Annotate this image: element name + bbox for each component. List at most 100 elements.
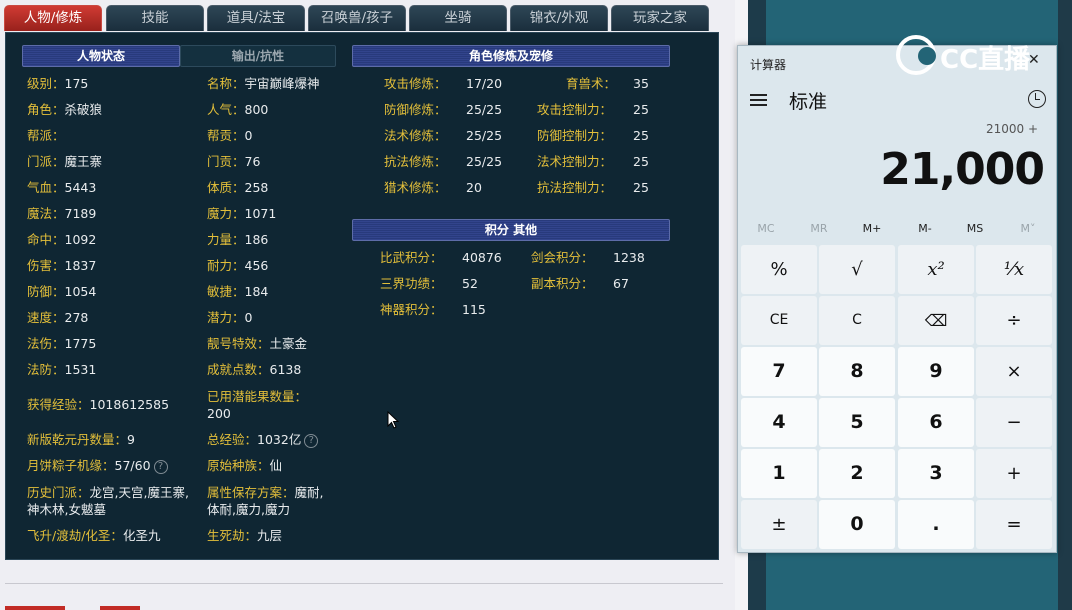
stat-role: 角色：杀破狼 bbox=[27, 102, 103, 117]
stat-potential: 潜力：0 bbox=[207, 310, 253, 325]
digit-4-button[interactable]: 4 bbox=[741, 398, 817, 447]
reciprocal-button[interactable]: ¹⁄x bbox=[976, 245, 1052, 294]
points-dungeon-value: 67 bbox=[613, 276, 629, 291]
calculator-display: 21,000 bbox=[880, 144, 1045, 195]
hamburger-menu-icon[interactable] bbox=[750, 94, 767, 106]
stat-magic-power: 魔力：1071 bbox=[207, 206, 277, 221]
clear-button[interactable]: C bbox=[819, 296, 895, 345]
digit-9-button[interactable]: 9 bbox=[898, 347, 974, 396]
stat-life-death: 生死劫：九层 bbox=[207, 528, 283, 543]
memory-recall-button[interactable]: MR bbox=[797, 222, 841, 235]
help-icon[interactable]: ? bbox=[153, 459, 168, 474]
memory-store-button[interactable]: MS bbox=[953, 222, 997, 235]
cultivation-attack: 攻击修炼： bbox=[384, 76, 447, 91]
backspace-button[interactable]: ⌫ bbox=[898, 296, 974, 345]
stat-endurance: 耐力：456 bbox=[207, 258, 269, 273]
cultivation-hunting: 猎术修炼： bbox=[384, 180, 447, 195]
window-edge bbox=[1058, 0, 1072, 610]
percent-button[interactable]: % bbox=[741, 245, 817, 294]
cultivation-magic-value: 25/25 bbox=[466, 128, 503, 143]
pet-magic-control: 法术控制力： bbox=[537, 154, 613, 169]
points-artifact-value: 115 bbox=[462, 302, 486, 317]
clear-entry-button[interactable]: CE bbox=[741, 296, 817, 345]
digit-8-button[interactable]: 8 bbox=[819, 347, 895, 396]
stat-agility: 敏捷：184 bbox=[207, 284, 269, 299]
stat-magic-defense: 法防：1531 bbox=[27, 362, 97, 377]
stat-hit: 命中：1092 bbox=[27, 232, 97, 247]
points-merit-value: 52 bbox=[462, 276, 478, 291]
divide-button[interactable]: ÷ bbox=[976, 296, 1052, 345]
subtract-button[interactable]: − bbox=[976, 398, 1052, 447]
points-dungeon: 副本积分： bbox=[531, 276, 594, 291]
tab-player-home[interactable]: 玩家之家 bbox=[611, 5, 709, 31]
digit-2-button[interactable]: 2 bbox=[819, 449, 895, 498]
pet-breeding: 育兽术： bbox=[566, 76, 617, 91]
square-button[interactable]: x² bbox=[898, 245, 974, 294]
equals-button[interactable]: = bbox=[976, 500, 1052, 549]
stat-mooncake: 月饼粽子机缘：57/60? bbox=[27, 457, 168, 475]
digit-5-button[interactable]: 5 bbox=[819, 398, 895, 447]
sqrt-button[interactable]: √ bbox=[819, 245, 895, 294]
memory-clear-button[interactable]: MC bbox=[744, 222, 788, 235]
memory-list-button[interactable]: M˅ bbox=[1006, 222, 1050, 235]
stat-hp: 气血：5443 bbox=[27, 180, 97, 195]
red-tab-stub bbox=[5, 606, 65, 610]
calculator-title: 计算器 bbox=[750, 58, 787, 72]
stat-school: 门派：魔王寨 bbox=[27, 154, 103, 169]
stat-school-contribution: 门贡：76 bbox=[207, 154, 261, 169]
memory-add-button[interactable]: M+ bbox=[850, 222, 894, 235]
pet-defense-control: 防御控制力： bbox=[537, 128, 613, 143]
stat-level: 级别：175 bbox=[27, 76, 89, 91]
calculator-expression: 21000 + bbox=[985, 122, 1038, 136]
tab-skills[interactable]: 技能 bbox=[106, 5, 204, 31]
tab-mounts[interactable]: 坐骑 bbox=[409, 5, 507, 31]
mouse-cursor-icon bbox=[387, 411, 399, 429]
cultivation-attack-value: 17/20 bbox=[466, 76, 503, 91]
stat-name: 名称：宇宙巅峰爆神 bbox=[207, 76, 320, 91]
pet-attack-control: 攻击控制力： bbox=[537, 102, 613, 117]
stat-experience: 获得经验：1018612585 bbox=[27, 397, 170, 412]
calculator-window: 计算器 ✕ 标准 21000 + 21,000 MC MR M+ M- MS M… bbox=[737, 45, 1057, 553]
character-panel: 人物状态 输出/抗性 角色修炼及宠修 积分 其他 级别：175 角色：杀破狼 帮… bbox=[5, 32, 719, 560]
cultivation-resist: 抗法修炼： bbox=[384, 154, 447, 169]
stat-achievement-points: 成就点数：6138 bbox=[207, 362, 302, 377]
header-cultivation: 角色修炼及宠修 bbox=[352, 45, 670, 67]
tab-outfits[interactable]: 锦衣/外观 bbox=[510, 5, 608, 31]
header-output-resist[interactable]: 输出/抗性 bbox=[180, 45, 336, 67]
digit-6-button[interactable]: 6 bbox=[898, 398, 974, 447]
pet-breeding-value: 35 bbox=[633, 76, 649, 91]
history-icon[interactable] bbox=[1028, 90, 1046, 108]
header-points-other: 积分 其他 bbox=[352, 219, 670, 241]
tab-character-cultivation[interactable]: 人物/修炼 bbox=[4, 5, 102, 31]
pet-attack-control-value: 25 bbox=[633, 102, 649, 117]
pet-resist-control-value: 25 bbox=[633, 180, 649, 195]
add-button[interactable]: + bbox=[976, 449, 1052, 498]
stat-speed: 速度：278 bbox=[27, 310, 89, 325]
digit-0-button[interactable]: 0 bbox=[819, 500, 895, 549]
points-sword-value: 1238 bbox=[613, 250, 645, 265]
negate-button[interactable]: ± bbox=[741, 500, 817, 549]
points-merit: 三界功绩： bbox=[380, 276, 443, 291]
stat-ascension: 飞升/渡劫/化圣：化圣九 bbox=[27, 528, 161, 543]
stat-potential-fruits: 已用潜能果数量： 200 bbox=[207, 389, 308, 421]
memory-subtract-button[interactable]: M- bbox=[903, 222, 947, 235]
decimal-button[interactable]: . bbox=[898, 500, 974, 549]
calculator-mode: 标准 bbox=[789, 91, 828, 113]
digit-3-button[interactable]: 3 bbox=[898, 449, 974, 498]
stat-guild-contribution: 帮贡：0 bbox=[207, 128, 253, 143]
digit-7-button[interactable]: 7 bbox=[741, 347, 817, 396]
cultivation-hunting-value: 20 bbox=[466, 180, 482, 195]
header-character-status[interactable]: 人物状态 bbox=[22, 45, 180, 67]
points-pvp: 比武积分： bbox=[380, 250, 443, 265]
multiply-button[interactable]: × bbox=[976, 347, 1052, 396]
stat-damage: 伤害：1837 bbox=[27, 258, 97, 273]
help-icon[interactable]: ? bbox=[304, 433, 319, 448]
points-artifact: 神器积分： bbox=[380, 302, 443, 317]
stat-popularity: 人气：800 bbox=[207, 102, 269, 117]
points-pvp-value: 40876 bbox=[462, 250, 502, 265]
pet-resist-control: 抗法控制力： bbox=[537, 180, 613, 195]
digit-1-button[interactable]: 1 bbox=[741, 449, 817, 498]
tab-summons-children[interactable]: 召唤兽/孩子 bbox=[308, 5, 406, 31]
tab-items-treasures[interactable]: 道具/法宝 bbox=[207, 5, 305, 31]
cultivation-magic: 法术修炼： bbox=[384, 128, 447, 143]
